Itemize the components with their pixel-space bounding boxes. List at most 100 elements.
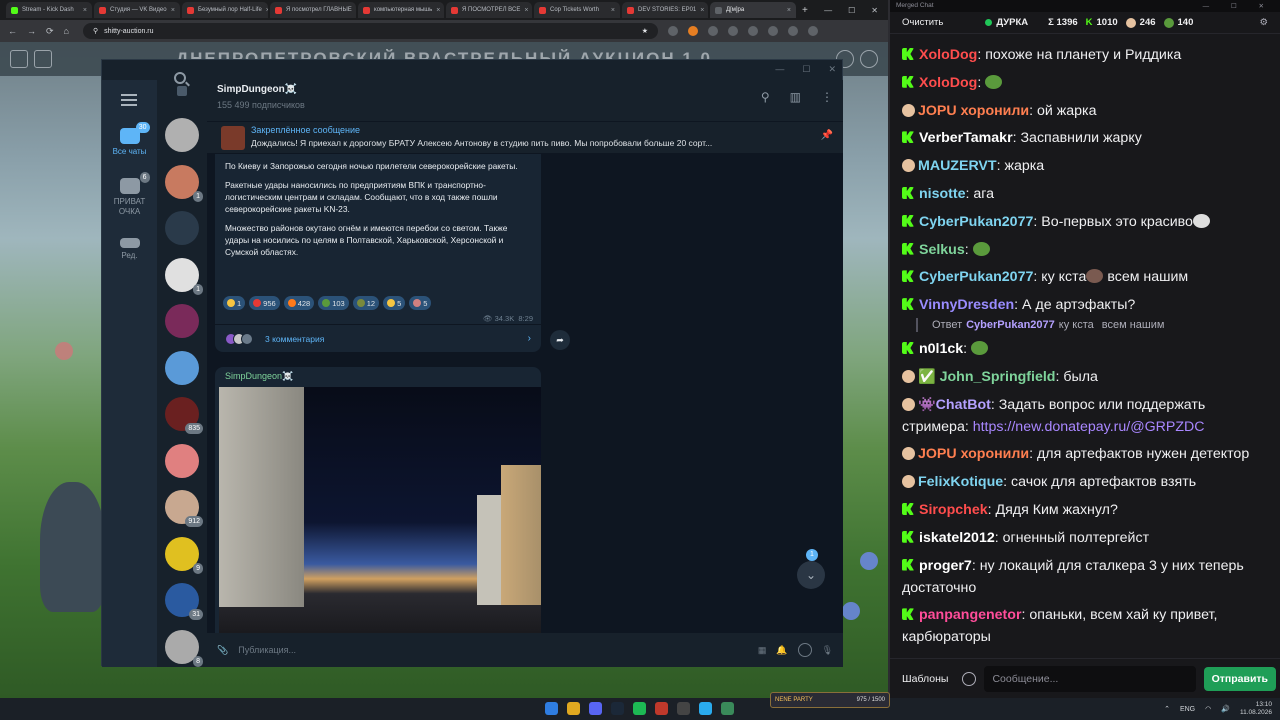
profile-avatar[interactable]	[787, 26, 798, 36]
chat-avatar[interactable]: 1	[165, 257, 203, 295]
window-controls[interactable]: — ☐ ✕	[1203, 2, 1274, 10]
send-button[interactable]: Отправить	[1203, 666, 1276, 691]
site-help-button[interactable]	[859, 50, 878, 68]
post-photo[interactable]	[219, 387, 541, 633]
extension-icon[interactable]	[687, 26, 698, 36]
reaction-chip[interactable]: 5	[409, 296, 432, 310]
close-icon[interactable]: ✕	[871, 6, 878, 15]
chat-username[interactable]: VerberTamakr	[919, 130, 1013, 146]
chat-username[interactable]: 👾ChatBot	[918, 397, 991, 413]
close-tab-icon[interactable]: ×	[436, 7, 440, 14]
browser-tab[interactable]: Безумный лор Half-Life ×	[182, 2, 268, 18]
discord-icon[interactable]	[589, 702, 602, 715]
wifi-icon[interactable]: ◠	[1205, 705, 1211, 713]
close-icon[interactable]: ✕	[828, 64, 836, 75]
chat-username[interactable]: ✅ John_Springfield	[918, 369, 1055, 385]
browser-tab[interactable]: Д[м]ра ×	[710, 2, 796, 18]
reaction-chip[interactable]: 103	[318, 296, 349, 310]
gear-icon[interactable]: ⚙	[1259, 17, 1268, 28]
clock[interactable]: 13:10 11.08.2026	[1240, 701, 1272, 717]
reaction-chip[interactable]: 12	[352, 296, 380, 310]
chat-username[interactable]: iskatel2012	[919, 530, 995, 546]
close-tab-icon[interactable]: ×	[787, 7, 791, 14]
browser-menu-icon[interactable]	[807, 26, 818, 36]
minimize-icon[interactable]: —	[824, 6, 832, 15]
archive-icon[interactable]	[177, 86, 187, 96]
scroll-down-button[interactable]: ⌄ 1	[797, 549, 825, 589]
site-info-icon[interactable]: ⚲	[93, 27, 98, 35]
chat-username[interactable]: proger7	[919, 558, 972, 574]
pin-list-icon[interactable]: 📌	[821, 130, 833, 141]
extension-icon[interactable]	[667, 26, 678, 36]
emoji-icon[interactable]	[797, 643, 812, 657]
site-menu-button[interactable]	[10, 50, 28, 68]
maximize-icon[interactable]: ☐	[848, 6, 855, 15]
home-icon[interactable]: ⌂	[64, 26, 69, 36]
search-icon[interactable]	[174, 72, 186, 84]
browser-tab[interactable]: компьютерная мышь ×	[358, 2, 444, 18]
close-tab-icon[interactable]: ×	[83, 7, 87, 14]
back-icon[interactable]: ←	[8, 26, 17, 36]
chat-username[interactable]: CyberPukan2077	[919, 214, 1033, 230]
comments-bar[interactable]: 3 комментария ›	[215, 324, 541, 352]
chat-username[interactable]: MAUZERVT	[918, 158, 997, 174]
site-tool-button[interactable]	[34, 50, 52, 68]
more-options-icon[interactable]: ⋮	[821, 90, 833, 104]
message-input[interactable]: Публикация...	[238, 645, 748, 655]
extension-icon[interactable]	[727, 26, 738, 36]
reaction-chip[interactable]: 956	[249, 296, 280, 310]
pinned-message-bar[interactable]: Закреплённое сообщение Дождались! Я прие…	[207, 122, 843, 154]
chat-link[interactable]: https://new.donatepay.ru/@GRPZDC	[973, 419, 1205, 435]
folder-private[interactable]: 6 ПРИВАТ ОЧКА	[102, 172, 157, 217]
new-tab-button[interactable]: +	[802, 5, 808, 16]
chat-username[interactable]: Selkus	[919, 242, 965, 258]
bell-icon[interactable]: 🔔	[776, 645, 787, 656]
chat-username[interactable]: nisotte	[919, 186, 966, 202]
close-tab-icon[interactable]: ×	[266, 7, 268, 14]
extension-icon[interactable]	[707, 26, 718, 36]
schedule-icon[interactable]: ▦	[758, 645, 767, 656]
chat-avatar[interactable]: 31	[165, 583, 203, 620]
close-tab-icon[interactable]: ×	[700, 7, 704, 14]
app-icon[interactable]	[677, 702, 690, 715]
chat-username[interactable]: n0l1ck	[919, 341, 963, 357]
chat-avatar[interactable]: 1	[165, 164, 203, 202]
emoji-icon[interactable]	[962, 671, 977, 686]
chat-username[interactable]: VinnyDresden	[919, 297, 1014, 313]
share-icon[interactable]: ➦	[550, 330, 570, 350]
browser-tab[interactable]: Stream - Kick Dash ×	[6, 2, 92, 18]
chat-avatar[interactable]	[165, 118, 199, 152]
chat-username[interactable]: XoloDog	[919, 75, 977, 91]
extension-icon[interactable]	[767, 26, 778, 36]
chat-username[interactable]: CyberPukan2077	[919, 269, 1033, 285]
close-tab-icon[interactable]: ×	[611, 7, 615, 14]
reload-icon[interactable]: ⟳	[46, 26, 54, 37]
extension-icon[interactable]	[747, 26, 758, 36]
browser-tab[interactable]: Я ПОСМОТРЕЛ ВСЕ ×	[446, 2, 532, 18]
chat-username[interactable]: XoloDog	[919, 47, 977, 63]
chat-avatar[interactable]	[165, 304, 199, 338]
browser-tab[interactable]: Cop Tickets Worth ×	[534, 2, 620, 18]
chat-username[interactable]: JOPU хоронили	[918, 103, 1029, 119]
chat-avatar[interactable]	[165, 443, 199, 478]
maximize-icon[interactable]: ☐	[802, 64, 810, 75]
volume-icon[interactable]: 🔊	[1221, 705, 1230, 713]
steam-icon[interactable]	[611, 702, 624, 715]
chat-username[interactable]: JOPU хоронили	[918, 446, 1029, 462]
chat-message-input[interactable]: Сообщение...	[984, 665, 1196, 692]
channel-name[interactable]: SimpDungeon☠️	[217, 84, 297, 95]
folder-edit[interactable]: Ред.	[102, 238, 157, 260]
spotify-icon[interactable]	[633, 702, 646, 715]
url-field[interactable]: ⚲ shitty-auction.ru ★	[82, 23, 658, 39]
microphone-icon[interactable]: 🎙	[822, 645, 833, 656]
search-icon[interactable]: ⚲	[761, 90, 770, 104]
chat-avatar[interactable]: 9	[165, 536, 203, 574]
browser-tab[interactable]: DEV STORIES: EP01 ×	[622, 2, 708, 18]
chrome-icon[interactable]	[567, 702, 580, 715]
language-indicator[interactable]: ENG	[1180, 706, 1195, 713]
chat-avatar[interactable]: 835	[165, 397, 203, 434]
reaction-chip[interactable]: 1	[223, 296, 246, 310]
browser-tab[interactable]: Я посмотрел ГЛАВНЫЕ×	[270, 2, 356, 18]
app-icon[interactable]	[721, 702, 734, 715]
reaction-chip[interactable]: 428	[283, 296, 315, 310]
